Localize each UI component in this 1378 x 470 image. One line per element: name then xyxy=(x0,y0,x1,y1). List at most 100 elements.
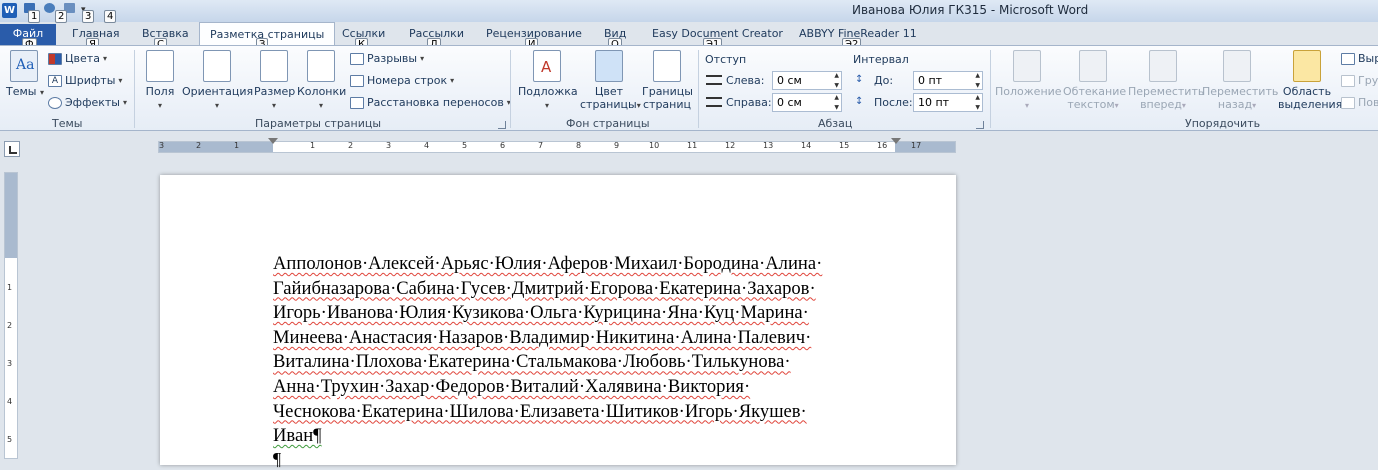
text-line[interactable]: Анна·Трухин·Захар·Федоров·Виталий·Халяви… xyxy=(273,375,893,400)
spacing-before-input[interactable]: 0 пт ▲ ▼ xyxy=(913,71,983,90)
group-objects-button[interactable]: Гру xyxy=(1341,74,1378,87)
effects-icon xyxy=(48,96,62,109)
ruler-number: 3 xyxy=(159,141,165,150)
ruler-number: 4 xyxy=(7,397,13,406)
text-line[interactable]: Игорь·Иванова·Юлия·Кузикова·Ольга·Курици… xyxy=(273,301,893,326)
text-line[interactable]: Минеева·Анастасия·Назаров·Владимир·Никит… xyxy=(273,326,893,351)
size-button[interactable]: Размер ▾ xyxy=(254,50,295,111)
send-backward-icon xyxy=(1223,50,1251,82)
word-app-icon[interactable]: W xyxy=(2,2,17,18)
ruler-number: 9 xyxy=(614,141,620,150)
wrap-text-label-1: Обтекание xyxy=(1063,85,1127,98)
wrap-text-button[interactable]: Обтекание текстом▾ xyxy=(1063,50,1127,111)
spin-up-icon[interactable]: ▲ xyxy=(834,72,839,79)
ruler-number: 5 xyxy=(462,141,468,150)
themes-label: Темы xyxy=(6,85,37,98)
bring-forward-button[interactable]: Переместить вперед▾ xyxy=(1128,50,1204,111)
ruler-number: 1 xyxy=(310,141,316,150)
ruler-number: 16 xyxy=(877,141,888,150)
theme-effects-label: Эффекты xyxy=(65,96,120,109)
ruler-number: 3 xyxy=(7,359,13,368)
spacing-before-icon: ↕ xyxy=(855,74,864,85)
bring-forward-icon xyxy=(1149,50,1177,82)
columns-icon xyxy=(307,50,335,82)
group-page-setup-label: Параметры страницы xyxy=(255,117,382,130)
left-indent-marker[interactable] xyxy=(268,138,278,144)
margins-button[interactable]: Поля ▾ xyxy=(144,50,176,111)
spin-up-icon[interactable]: ▲ xyxy=(834,94,839,101)
separator xyxy=(134,50,135,128)
ruler-number: 2 xyxy=(196,141,202,150)
vertical-ruler[interactable]: 1 2 3 4 5 xyxy=(4,172,18,459)
page-color-icon xyxy=(595,50,623,82)
right-indent-marker[interactable] xyxy=(891,138,901,144)
hyphenation-button[interactable]: Расстановка переносов ▾ xyxy=(350,96,511,109)
document-text[interactable]: Апполонов·Алексей·Арьяс·Юлия·Аферов·Миха… xyxy=(273,252,893,449)
ribbon-tabs: Файл Главная Вставка Разметка страницы С… xyxy=(0,22,1378,51)
spin-down-icon[interactable]: ▼ xyxy=(834,82,839,89)
spin-up-icon[interactable]: ▲ xyxy=(975,94,980,101)
separator xyxy=(990,50,991,128)
spin-down-icon[interactable]: ▼ xyxy=(975,82,980,89)
page-setup-dialog-launcher[interactable] xyxy=(498,121,506,129)
hyphenation-label: Расстановка переносов xyxy=(367,96,504,109)
theme-effects-button[interactable]: Эффекты ▾ xyxy=(48,96,127,109)
rotate-label: Пов xyxy=(1358,96,1378,109)
theme-fonts-button[interactable]: A Шрифты ▾ xyxy=(48,74,122,87)
text-line[interactable]: Чеснокова·Екатерина·Шилова·Елизавета·Шит… xyxy=(273,400,893,425)
rotate-button[interactable]: Пов xyxy=(1341,96,1378,109)
spacing-after-label: После: xyxy=(874,96,913,109)
breaks-button[interactable]: Разрывы ▾ xyxy=(350,52,424,65)
position-button[interactable]: Положение ▾ xyxy=(995,50,1062,111)
send-backward-button[interactable]: Переместить назад▾ xyxy=(1202,50,1278,111)
tab-selector-icon[interactable] xyxy=(4,141,20,157)
indent-left-value: 0 см xyxy=(777,74,802,87)
indent-left-input[interactable]: 0 см ▲ ▼ xyxy=(772,71,842,90)
group-arrange-label: Упорядочить xyxy=(1185,117,1261,130)
ruler-number: 7 xyxy=(538,141,544,150)
selection-pane-icon xyxy=(1293,50,1321,82)
ruler-number: 1 xyxy=(7,283,13,292)
ruler-bar: 3 2 1 1 2 3 4 5 6 7 8 9 10 11 12 13 14 1… xyxy=(0,131,1378,159)
orientation-button[interactable]: Ориентация ▾ xyxy=(182,50,253,111)
paragraph-dialog-launcher[interactable] xyxy=(976,121,984,129)
page-borders-button[interactable]: Границы страниц xyxy=(642,50,693,111)
columns-button[interactable]: Колонки ▾ xyxy=(297,50,347,111)
align-button[interactable]: Выр xyxy=(1341,52,1378,65)
empty-paragraph-mark[interactable]: ¶ xyxy=(273,449,281,470)
wrap-text-icon xyxy=(1079,50,1107,82)
page-color-button[interactable]: Цвет страницы▾ xyxy=(580,50,641,111)
ruler-number: 11 xyxy=(687,141,698,150)
spin-up-icon[interactable]: ▲ xyxy=(975,72,980,79)
horizontal-ruler[interactable]: 3 2 1 1 2 3 4 5 6 7 8 9 10 11 12 13 14 1… xyxy=(158,138,956,153)
spacing-before-label: До: xyxy=(874,74,894,87)
text-line[interactable]: Гайибназарова·Сабина·Гусев·Дмитрий·Егоро… xyxy=(273,277,893,302)
size-icon xyxy=(260,50,288,82)
watermark-button[interactable]: A Подложка ▾ xyxy=(518,50,578,111)
themes-button[interactable]: Aa Темы ▾ xyxy=(6,50,44,98)
selection-pane-button[interactable]: Область выделения xyxy=(1278,50,1342,111)
ruler-number: 17 xyxy=(911,141,922,150)
ruler-number: 15 xyxy=(839,141,850,150)
selection-pane-label-1: Область xyxy=(1282,85,1332,98)
spacing-after-icon: ↕ xyxy=(855,96,864,107)
columns-label: Колонки xyxy=(297,85,347,98)
ruler-number: 10 xyxy=(649,141,660,150)
document-page[interactable]: Апполонов·Алексей·Арьяс·Юлия·Аферов·Миха… xyxy=(160,175,956,469)
indent-right-input[interactable]: 0 см ▲ ▼ xyxy=(772,93,842,112)
line-numbers-button[interactable]: Номера строк ▾ xyxy=(350,74,454,87)
position-label: Положение xyxy=(995,85,1062,98)
ruler-number: 14 xyxy=(801,141,812,150)
fonts-icon: A xyxy=(48,74,62,87)
theme-colors-button[interactable]: Цвета ▾ xyxy=(48,52,107,65)
spin-down-icon[interactable]: ▼ xyxy=(975,104,980,111)
rotate-icon xyxy=(1341,96,1355,109)
text-line[interactable]: Виталина·Плохова·Екатерина·Стальмакова·Л… xyxy=(273,350,893,375)
spin-down-icon[interactable]: ▼ xyxy=(834,104,839,111)
undo-icon xyxy=(44,3,55,13)
group-objects-label: Гру xyxy=(1358,74,1378,87)
spacing-after-input[interactable]: 10 пт ▲ ▼ xyxy=(913,93,983,112)
bring-forward-label-1: Переместить xyxy=(1128,85,1205,98)
text-line[interactable]: Иван¶ xyxy=(273,424,893,449)
text-line[interactable]: Апполонов·Алексей·Арьяс·Юлия·Аферов·Миха… xyxy=(273,252,893,277)
